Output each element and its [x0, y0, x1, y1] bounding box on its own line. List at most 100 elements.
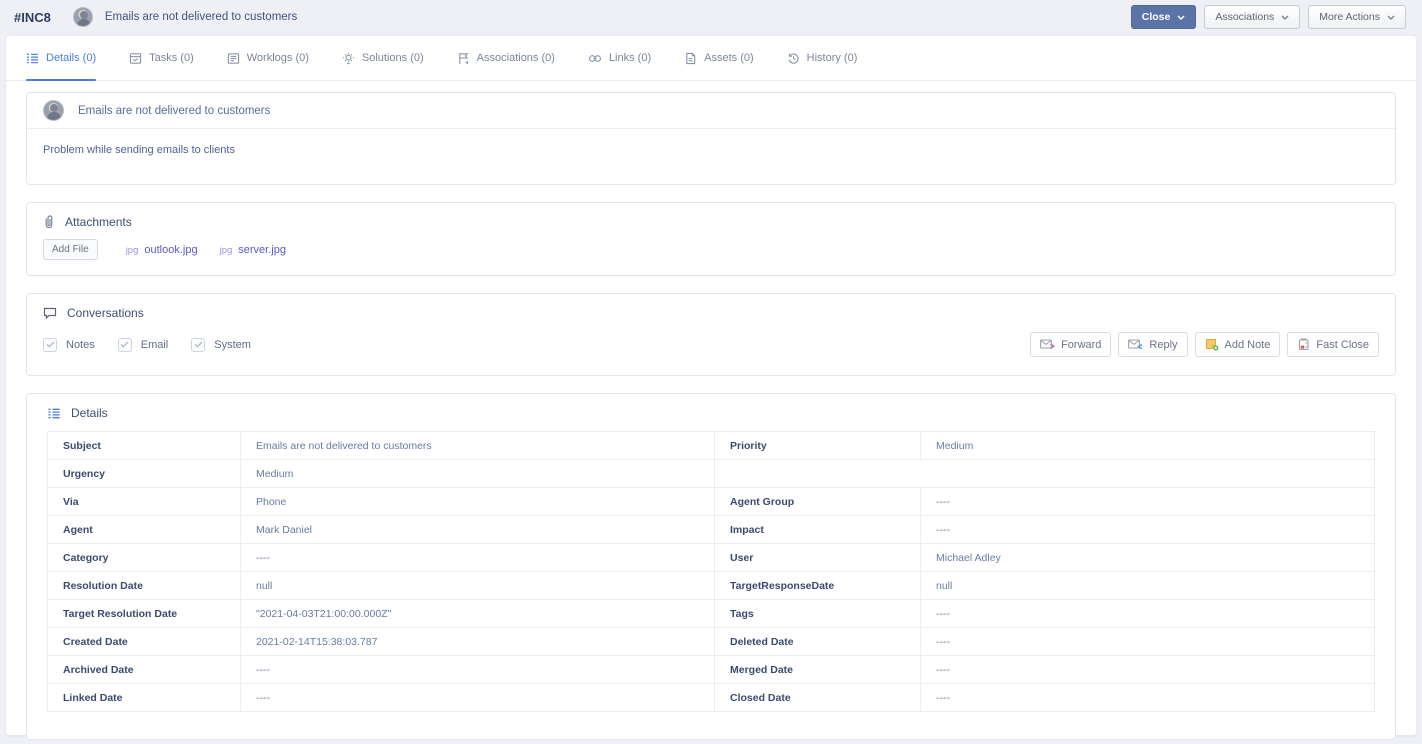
tab-details[interactable]: Details (0) [26, 36, 96, 80]
attachment-file[interactable]: jpg outlook.jpg [126, 244, 198, 256]
field-value: null [921, 572, 1375, 600]
field-label: Archived Date [48, 656, 241, 684]
filter-label: Notes [66, 339, 95, 351]
attachment-file[interactable]: jpg server.jpg [220, 244, 286, 256]
table-row: Subject Emails are not delivered to cust… [48, 432, 1375, 460]
field-value: null [241, 572, 715, 600]
field-label: Priority [715, 432, 921, 460]
history-clock-icon [787, 52, 800, 65]
field-label: Closed Date [715, 684, 921, 712]
tab-label: Assets (0) [704, 52, 754, 64]
field-label: Tags [715, 600, 921, 628]
reply-button[interactable]: Reply [1118, 332, 1187, 357]
table-row: Agent Mark Daniel Impact ---- [48, 516, 1375, 544]
field-value: Medium [241, 460, 715, 488]
tab-label: History (0) [807, 52, 858, 64]
details-card: Details Subject Emails are not delivered… [26, 393, 1396, 740]
empty-cell [715, 460, 1375, 488]
table-row: Urgency Medium [48, 460, 1375, 488]
notes-checkbox[interactable] [43, 338, 57, 352]
field-value: ---- [921, 628, 1375, 656]
asset-document-icon [684, 52, 697, 65]
filter-notes[interactable]: Notes [43, 338, 95, 352]
field-value: Mark Daniel [241, 516, 715, 544]
details-table: Subject Emails are not delivered to cust… [47, 431, 1375, 712]
tab-label: Worklogs (0) [247, 52, 309, 64]
subject-card-header: Emails are not delivered to customers [27, 93, 1395, 129]
subject-description: Problem while sending emails to clients [27, 129, 1395, 184]
field-value: ---- [921, 684, 1375, 712]
requester-avatar [43, 100, 64, 121]
associations-button-label: Associations [1215, 11, 1274, 24]
add-file-button[interactable]: Add File [43, 239, 98, 260]
conversations-card: Conversations Notes Email [26, 293, 1396, 376]
details-header: Details [47, 406, 1375, 420]
check-icon [120, 341, 129, 348]
field-label: Agent [48, 516, 241, 544]
attachments-card: Attachments Add File jpg outlook.jpg jpg… [26, 202, 1396, 276]
requester-avatar [73, 7, 93, 27]
paperclip-icon [43, 215, 55, 229]
conversations-header: Conversations [43, 306, 1379, 320]
associations-button[interactable]: Associations [1204, 5, 1300, 30]
tab-associations[interactable]: Associations (0) [457, 36, 555, 80]
action-label: Forward [1061, 339, 1101, 351]
field-value: Phone [241, 488, 715, 516]
filter-email[interactable]: Email [118, 338, 169, 352]
field-label: Subject [48, 432, 241, 460]
worklog-icon [227, 52, 240, 65]
email-checkbox[interactable] [118, 338, 132, 352]
conversation-actions: Forward Reply Add Note Fast Close [1030, 332, 1379, 357]
field-label: Agent Group [715, 488, 921, 516]
tab-solutions[interactable]: Solutions (0) [342, 36, 424, 80]
field-value: Medium [921, 432, 1375, 460]
more-actions-button[interactable]: More Actions [1308, 5, 1406, 30]
envelope-reply-icon [1128, 339, 1143, 351]
field-value: ---- [921, 516, 1375, 544]
chevron-down-icon [1177, 15, 1185, 20]
tab-tasks[interactable]: Tasks (0) [129, 36, 194, 80]
field-value: "2021-04-03T21:00:00.000Z" [241, 600, 715, 628]
fast-close-button[interactable]: Fast Close [1287, 332, 1379, 357]
filter-label: Email [141, 339, 169, 351]
close-button[interactable]: Close [1131, 5, 1197, 30]
close-button-label: Close [1142, 11, 1171, 24]
filter-system[interactable]: System [191, 338, 251, 352]
field-value: ---- [241, 544, 715, 572]
table-row: Created Date 2021-02-14T15:38:03.787 Del… [48, 628, 1375, 656]
attachments-title: Attachments [65, 215, 132, 229]
system-checkbox[interactable] [191, 338, 205, 352]
file-name: outlook.jpg [144, 244, 197, 256]
conversations-toolbar: Notes Email System [43, 332, 1379, 357]
forward-button[interactable]: Forward [1030, 332, 1111, 357]
ticket-content: Emails are not delivered to customers Pr… [6, 81, 1416, 740]
chevron-down-icon [1387, 15, 1395, 20]
tab-assets[interactable]: Assets (0) [684, 36, 754, 80]
field-value: Emails are not delivered to customers [241, 432, 715, 460]
field-label: Created Date [48, 628, 241, 656]
details-title: Details [71, 406, 108, 420]
task-board-icon [129, 52, 142, 65]
subject-title: Emails are not delivered to customers [78, 105, 270, 117]
tab-links[interactable]: Links (0) [588, 36, 651, 80]
file-ext-badge: jpg [126, 245, 139, 256]
field-label: Via [48, 488, 241, 516]
field-value: ---- [241, 684, 715, 712]
file-ext-badge: jpg [220, 245, 233, 256]
tab-label: Details (0) [46, 52, 96, 64]
field-label: Resolution Date [48, 572, 241, 600]
add-note-button[interactable]: Add Note [1195, 332, 1281, 357]
subject-card: Emails are not delivered to customers Pr… [26, 92, 1396, 185]
tab-worklogs[interactable]: Worklogs (0) [227, 36, 309, 80]
association-flag-icon [457, 52, 470, 65]
tab-history[interactable]: History (0) [787, 36, 858, 80]
field-label: Target Resolution Date [48, 600, 241, 628]
ticket-id: #INC8 [14, 10, 51, 25]
header-actions: Close Associations More Actions [1131, 5, 1406, 30]
chat-bubble-icon [43, 307, 57, 320]
field-value: ---- [921, 600, 1375, 628]
chain-link-icon [588, 52, 602, 65]
more-actions-button-label: More Actions [1319, 11, 1380, 24]
field-label: Merged Date [715, 656, 921, 684]
tab-label: Links (0) [609, 52, 651, 64]
